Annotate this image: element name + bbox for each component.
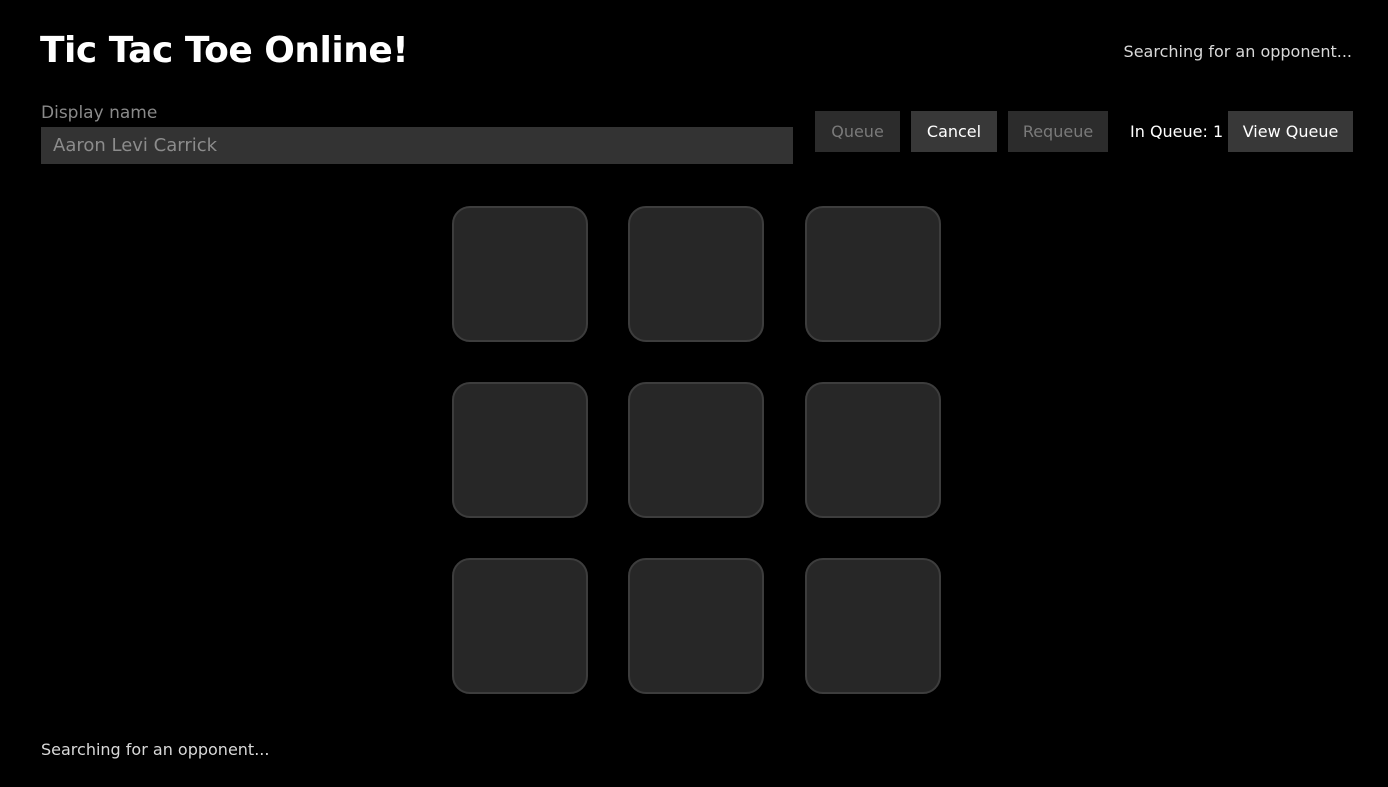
- board-cell-5[interactable]: [628, 382, 764, 518]
- board-cell-9[interactable]: [805, 558, 941, 694]
- board-cell-4[interactable]: [452, 382, 588, 518]
- game-board: [452, 206, 941, 694]
- board-cell-7[interactable]: [452, 558, 588, 694]
- display-name-label: Display name: [41, 103, 158, 123]
- status-text-top: Searching for an opponent...: [1123, 42, 1352, 61]
- display-name-input[interactable]: [41, 127, 793, 164]
- board-cell-3[interactable]: [805, 206, 941, 342]
- queue-button[interactable]: Queue: [815, 111, 900, 152]
- page-title: Tic Tac Toe Online!: [40, 30, 409, 71]
- board-cell-6[interactable]: [805, 382, 941, 518]
- in-queue-count: In Queue: 1: [1130, 122, 1224, 141]
- view-queue-button[interactable]: View Queue: [1228, 111, 1353, 152]
- board-cell-8[interactable]: [628, 558, 764, 694]
- status-text-bottom: Searching for an opponent...: [41, 740, 270, 759]
- board-cell-1[interactable]: [452, 206, 588, 342]
- requeue-button[interactable]: Requeue: [1008, 111, 1108, 152]
- board-cell-2[interactable]: [628, 206, 764, 342]
- cancel-button[interactable]: Cancel: [911, 111, 997, 152]
